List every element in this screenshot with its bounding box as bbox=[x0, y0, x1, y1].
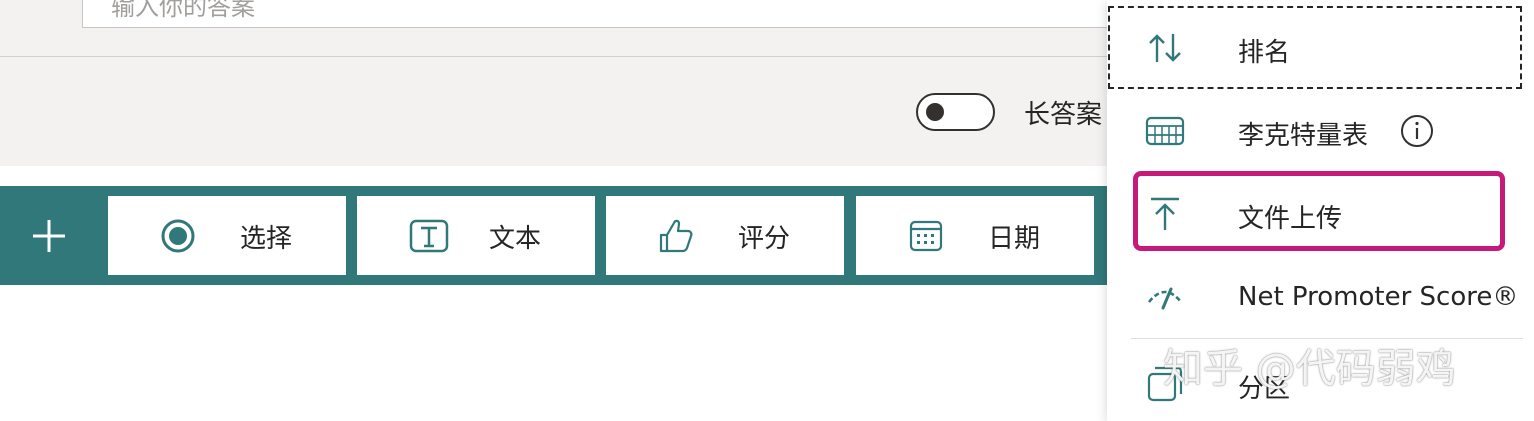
radio-icon bbox=[161, 219, 195, 253]
likert-icon bbox=[1145, 116, 1185, 146]
nps-gauge-icon bbox=[1147, 287, 1183, 310]
type-date-button[interactable]: 日期 bbox=[856, 196, 1094, 275]
type-text-button[interactable]: 文本 bbox=[357, 196, 595, 275]
thumbs-up-icon bbox=[659, 219, 693, 253]
menu-item-label: Net Promoter Score® bbox=[1238, 282, 1519, 312]
menu-item-nps[interactable]: Net Promoter Score® bbox=[1107, 256, 1534, 340]
menu-separator bbox=[1131, 338, 1523, 339]
type-rating-label: 评分 bbox=[738, 224, 791, 254]
menu-item-likert[interactable]: 李克特量表 bbox=[1107, 89, 1534, 173]
toggle-knob bbox=[926, 103, 944, 121]
answer-input[interactable]: 输入你的答案 bbox=[82, 0, 1142, 28]
menu-item-label: 分区 bbox=[1238, 374, 1291, 404]
menu-item-label: 排名 bbox=[1238, 38, 1291, 68]
menu-item-file-upload[interactable]: 文件上传 bbox=[1107, 172, 1534, 256]
type-choice-label: 选择 bbox=[240, 224, 293, 254]
type-text-label: 文本 bbox=[489, 224, 542, 254]
calendar-icon bbox=[909, 220, 943, 252]
section-icon bbox=[1147, 366, 1183, 402]
type-rating-button[interactable]: 评分 bbox=[606, 196, 844, 275]
add-question-button[interactable] bbox=[0, 186, 98, 285]
type-date-label: 日期 bbox=[988, 224, 1041, 254]
more-types-menu: 排名 李克特量表 文件上传 Net Promoter Score® 分区 bbox=[1107, 0, 1534, 421]
menu-item-ranking[interactable]: 排名 bbox=[1107, 6, 1534, 90]
form-editor: 输入你的答案 长答案 选择 文本 评分 日期 排名 李克特量表 文件上传 Net… bbox=[0, 0, 1534, 421]
long-answer-label: 长答案 bbox=[1024, 100, 1103, 130]
plus-icon bbox=[33, 219, 65, 252]
info-icon[interactable] bbox=[1399, 113, 1435, 149]
menu-item-label: 文件上传 bbox=[1238, 204, 1343, 234]
type-choice-button[interactable]: 选择 bbox=[108, 196, 346, 275]
text-icon bbox=[409, 219, 449, 253]
menu-item-section[interactable]: 分区 bbox=[1107, 342, 1534, 421]
upload-icon bbox=[1151, 197, 1179, 230]
menu-item-label: 李克特量表 bbox=[1238, 121, 1369, 151]
ranking-icon bbox=[1149, 34, 1181, 62]
long-answer-toggle[interactable] bbox=[916, 93, 995, 131]
